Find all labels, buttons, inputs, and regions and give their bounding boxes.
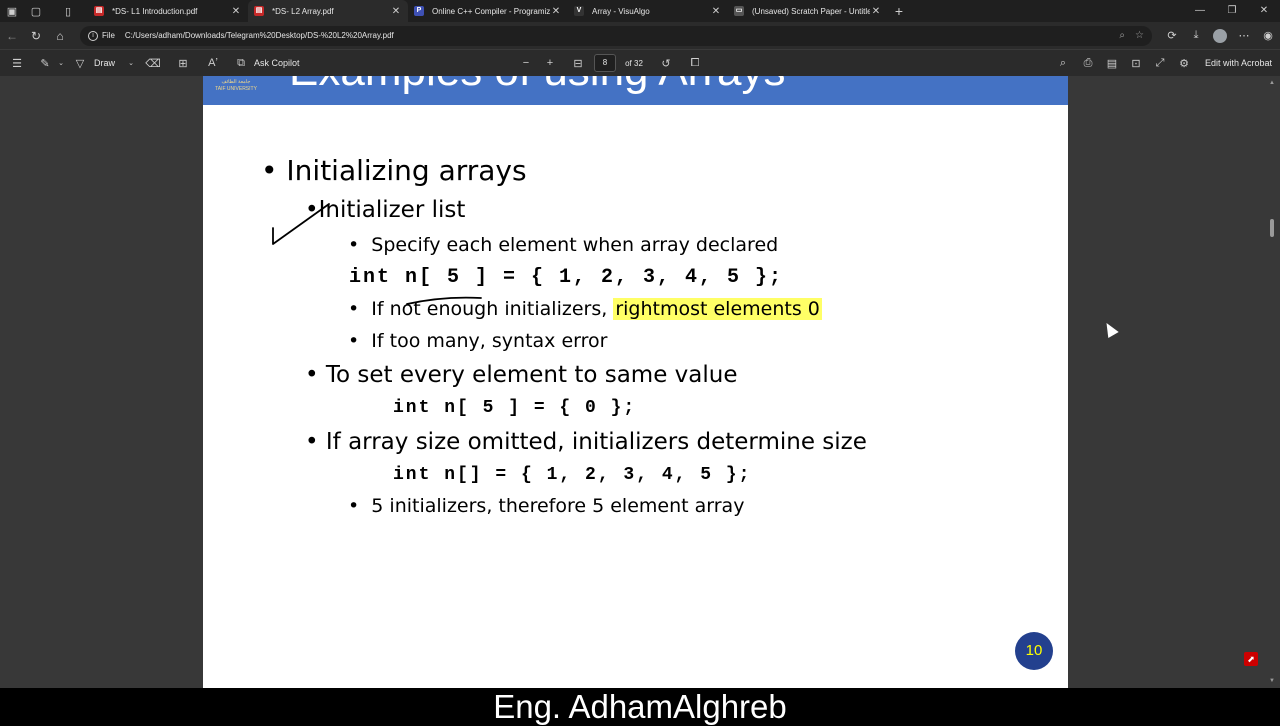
slide-title: Examples of using Arrays bbox=[289, 76, 785, 96]
tab-programiz[interactable]: P Online C++ Compiler - Programiz ✕ bbox=[408, 0, 568, 22]
bullet-l8: • 5 initializers, therefore 5 element ar… bbox=[348, 495, 745, 517]
code-line-2: int n[ 5 ] = { 0 }; bbox=[393, 398, 637, 418]
tab-label: *DS- L1 Introduction.pdf bbox=[112, 6, 198, 16]
bullet-l6: • To set every element to same value bbox=[305, 362, 738, 388]
slide-header: جامعة الطائف TAIF UNIVERSITY Examples of… bbox=[203, 76, 1068, 105]
info-icon[interactable]: i bbox=[88, 30, 98, 41]
url-text[interactable]: C:/Users/adham/Downloads/Telegram%20Desk… bbox=[125, 31, 1110, 40]
pdf-icon: ▤ bbox=[254, 6, 264, 16]
tab-visualgo[interactable]: V Array - VisuAlgo ✕ bbox=[568, 0, 728, 22]
close-icon[interactable]: ✕ bbox=[390, 6, 402, 17]
url-field[interactable]: i File C:/Users/adham/Downloads/Telegram… bbox=[80, 25, 1152, 46]
search-icon[interactable]: ⌕ bbox=[1050, 57, 1076, 70]
bullet-l3: • Specify each element when array declar… bbox=[348, 234, 779, 256]
restore-icon[interactable]: ❐ bbox=[1216, 0, 1248, 22]
close-window-icon[interactable]: ✕ bbox=[1248, 0, 1280, 22]
avatar[interactable] bbox=[1213, 28, 1227, 43]
download-icon[interactable]: ⤓ bbox=[1184, 29, 1208, 42]
home-icon[interactable]: ⌂ bbox=[48, 29, 72, 43]
close-icon[interactable]: ✕ bbox=[710, 6, 722, 17]
pdf-viewer[interactable]: جامعة الطائف TAIF UNIVERSITY Examples of… bbox=[0, 76, 1280, 688]
browser-tab-bar: ▣ ▢ ▯ ▤ *DS- L1 Introduction.pdf ✕ ▤ *DS… bbox=[0, 0, 1280, 22]
eraser-icon[interactable]: ⌫ bbox=[138, 57, 168, 70]
close-icon[interactable]: ✕ bbox=[550, 6, 562, 17]
save-icon[interactable]: ▤ bbox=[1100, 57, 1124, 70]
close-icon[interactable]: ✕ bbox=[230, 6, 242, 17]
programiz-icon: P bbox=[414, 6, 424, 16]
scratch-icon: ▭ bbox=[734, 6, 744, 16]
copilot-icon[interactable]: ◉ bbox=[1256, 29, 1280, 42]
draw-icon[interactable]: ▽ bbox=[66, 57, 94, 70]
bullet-l2: •Initializer list bbox=[305, 197, 466, 223]
highlight-icon[interactable]: ✎ bbox=[34, 57, 56, 70]
chevron-down-icon[interactable]: ⌄ bbox=[124, 59, 138, 67]
draw-button[interactable]: Draw bbox=[94, 58, 124, 68]
tab-actions-icon[interactable]: ▢ bbox=[24, 0, 48, 22]
highlighted-text: rightmost elements 0 bbox=[613, 298, 822, 320]
refresh-icon[interactable]: ↻ bbox=[24, 29, 48, 43]
scroll-up-icon[interactable]: ▲ bbox=[1268, 80, 1276, 86]
contents-icon[interactable]: ☰ bbox=[0, 57, 34, 70]
bullet-l5: • If too many, syntax error bbox=[348, 330, 608, 352]
tab-label: Array - VisuAlgo bbox=[592, 6, 650, 16]
address-bar-row: ← ↻ ⌂ i File C:/Users/adham/Downloads/Te… bbox=[0, 22, 1280, 49]
page-number-input[interactable]: 8 bbox=[594, 54, 616, 72]
minimize-icon[interactable]: — bbox=[1184, 0, 1216, 22]
more-menu-icon[interactable]: ⋯ bbox=[1232, 29, 1256, 42]
zoom-icon[interactable]: ⌕ bbox=[1119, 30, 1125, 41]
new-tab-button[interactable]: + bbox=[888, 3, 910, 19]
tab-ds-l2[interactable]: ▤ *DS- L2 Array.pdf ✕ bbox=[248, 0, 408, 22]
fit-page-icon[interactable]: ⊟ bbox=[562, 57, 594, 70]
tab-label: *DS- L2 Array.pdf bbox=[272, 6, 334, 16]
translate-icon[interactable]: ⧉ bbox=[228, 57, 254, 70]
ask-copilot-button[interactable]: Ask Copilot bbox=[254, 58, 514, 68]
page-total: of 32 bbox=[625, 58, 643, 68]
chevron-down-icon[interactable]: ⌄ bbox=[56, 59, 66, 67]
bullet-l7: • If array size omitted, initializers de… bbox=[305, 429, 867, 455]
back-icon[interactable]: ← bbox=[0, 29, 24, 43]
zoom-in-icon[interactable]: + bbox=[538, 57, 562, 69]
sync-icon[interactable]: ⟳ bbox=[1160, 29, 1184, 42]
read-aloud-icon[interactable]: Aʼ bbox=[198, 57, 228, 69]
fullscreen-icon[interactable]: ⤢ bbox=[1148, 57, 1172, 70]
favorite-star-icon[interactable]: ☆ bbox=[1135, 30, 1144, 41]
pdf-toolbar: ☰ ✎ ⌄ ▽ Draw ⌄ ⌫ ⊞ Aʼ ⧉ Ask Copilot − + … bbox=[0, 49, 1280, 76]
code-line-1: int n[ 5 ] = { 1, 2, 3, 4, 5 }; bbox=[349, 266, 784, 289]
scroll-thumb[interactable] bbox=[1270, 219, 1274, 237]
pdf-icon: ▤ bbox=[94, 6, 104, 16]
print-icon[interactable]: ⎙ bbox=[1076, 57, 1100, 70]
text-box-icon[interactable]: ⊞ bbox=[168, 57, 198, 70]
settings-gear-icon[interactable]: ⚙ bbox=[1172, 57, 1196, 70]
page-view-icon[interactable]: ⧠ bbox=[680, 57, 710, 70]
close-icon[interactable]: ✕ bbox=[870, 6, 882, 17]
window-controls: — ❐ ✕ bbox=[1184, 0, 1280, 22]
slide-page-number: 10 bbox=[1015, 632, 1053, 670]
pdf-page: جامعة الطائف TAIF UNIVERSITY Examples of… bbox=[203, 76, 1068, 688]
zoom-out-icon[interactable]: − bbox=[514, 57, 538, 69]
bullet-l1: • Initializing arrays bbox=[261, 154, 527, 187]
code-line-3: int n[] = { 1, 2, 3, 4, 5 }; bbox=[393, 465, 752, 485]
edit-with-acrobat-button[interactable]: Edit with Acrobat bbox=[1196, 58, 1280, 68]
visualgo-icon: V bbox=[574, 6, 584, 16]
video-caption: Eng. AdhamAlghreb bbox=[0, 688, 1280, 725]
tab-ds-l1[interactable]: ▤ *DS- L1 Introduction.pdf ✕ bbox=[88, 0, 248, 22]
tab-scratch[interactable]: ▭ (Unsaved) Scratch Paper - Untitled ✕ bbox=[728, 0, 888, 22]
scrollbar[interactable]: ▲ ▼ bbox=[1268, 76, 1276, 688]
url-scheme: File bbox=[102, 31, 115, 40]
bullet-l4: • If not enough initializers, rightmost … bbox=[348, 298, 822, 320]
workspaces-icon[interactable]: ▣ bbox=[0, 0, 24, 22]
tab-label: (Unsaved) Scratch Paper - Untitled bbox=[752, 6, 870, 16]
university-logo: جامعة الطائف TAIF UNIVERSITY bbox=[215, 79, 257, 92]
tab-page-icon[interactable]: ▯ bbox=[48, 0, 88, 22]
tab-label: Online C++ Compiler - Programiz bbox=[432, 6, 550, 16]
rotate-icon[interactable]: ↺ bbox=[652, 57, 680, 70]
scroll-down-icon[interactable]: ▼ bbox=[1268, 678, 1276, 684]
save-as-icon[interactable]: ⊡ bbox=[1124, 57, 1148, 70]
mouse-cursor bbox=[1101, 319, 1119, 339]
acrobat-icon[interactable]: ⬈ bbox=[1244, 652, 1258, 666]
